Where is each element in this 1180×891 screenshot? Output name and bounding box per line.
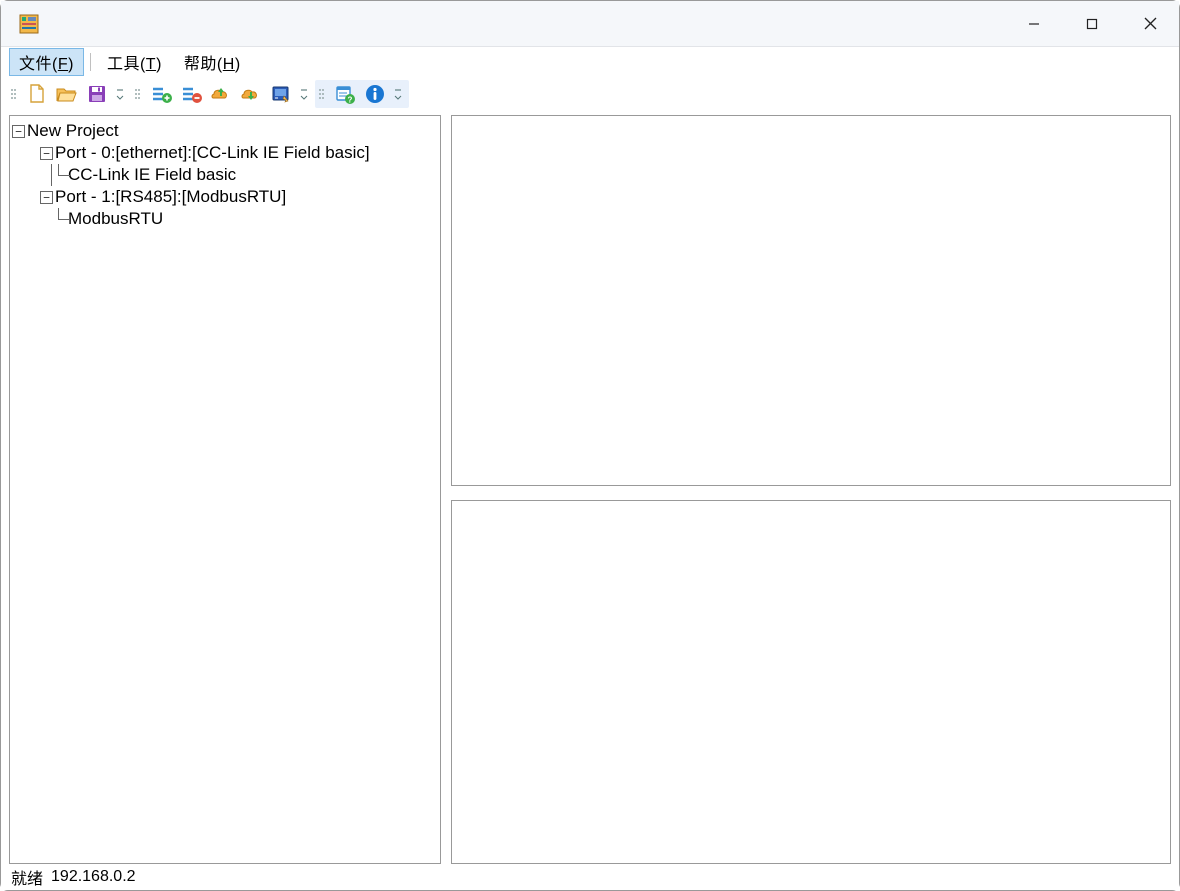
titlebar bbox=[1, 1, 1179, 47]
minimize-button[interactable] bbox=[1005, 1, 1063, 47]
close-icon bbox=[1144, 17, 1157, 30]
main-area: − New Project − Port - 0:[ethernet]:[CC-… bbox=[1, 111, 1179, 864]
svg-text:?: ? bbox=[348, 96, 353, 105]
toolbar-overflow[interactable] bbox=[297, 80, 311, 108]
menu-separator bbox=[90, 53, 91, 71]
tree-protocol-label[interactable]: ModbusRTU bbox=[68, 208, 163, 230]
upload-icon bbox=[210, 84, 232, 104]
status-ready: 就绪 bbox=[11, 865, 43, 889]
menu-file[interactable]: 文件(F) bbox=[9, 48, 84, 76]
toolbar-handle[interactable] bbox=[11, 82, 17, 106]
save-button[interactable] bbox=[83, 80, 111, 108]
open-button[interactable] bbox=[53, 80, 81, 108]
diagnose-button[interactable]: ? bbox=[331, 80, 359, 108]
menu-help[interactable]: 帮助(H) bbox=[174, 48, 251, 76]
tree-collapse-toggle[interactable]: − bbox=[40, 191, 53, 204]
menu-tools[interactable]: 工具(T) bbox=[97, 48, 172, 76]
add-node-button[interactable] bbox=[147, 80, 175, 108]
maximize-button[interactable] bbox=[1063, 1, 1121, 47]
save-icon bbox=[87, 84, 107, 104]
new-file-icon bbox=[27, 83, 47, 105]
menubar: 文件(F) 工具(T) 帮助(H) bbox=[1, 47, 1179, 77]
tree-collapse-toggle[interactable]: − bbox=[40, 147, 53, 160]
new-file-button[interactable] bbox=[23, 80, 51, 108]
tree-root-label[interactable]: New Project bbox=[27, 120, 119, 142]
statusbar: 就绪 192.168.0.2 bbox=[1, 864, 1179, 890]
info-icon bbox=[364, 83, 386, 105]
toolbar-handle[interactable] bbox=[319, 82, 325, 106]
minimize-icon bbox=[1028, 18, 1040, 30]
open-folder-icon bbox=[56, 83, 78, 105]
tree-collapse-toggle[interactable]: − bbox=[12, 125, 25, 138]
toolbar-handle[interactable] bbox=[135, 82, 141, 106]
tree-port-label[interactable]: Port - 1:[RS485]:[ModbusRTU] bbox=[55, 186, 286, 208]
add-node-icon bbox=[150, 84, 172, 104]
device-button[interactable] bbox=[267, 80, 295, 108]
device-icon bbox=[270, 84, 292, 104]
app-icon bbox=[13, 8, 45, 40]
maximize-icon bbox=[1086, 18, 1098, 30]
tree-port-label[interactable]: Port - 0:[ethernet]:[CC-Link IE Field ba… bbox=[55, 142, 370, 164]
remove-node-icon bbox=[180, 84, 202, 104]
download-button[interactable] bbox=[237, 80, 265, 108]
close-button[interactable] bbox=[1121, 1, 1179, 47]
detail-panel-bottom bbox=[451, 500, 1171, 864]
tree-protocol-label[interactable]: CC-Link IE Field basic bbox=[68, 164, 236, 186]
upload-button[interactable] bbox=[207, 80, 235, 108]
toolbar: ? bbox=[1, 77, 1179, 111]
toolbar-overflow[interactable] bbox=[391, 80, 405, 108]
download-icon bbox=[240, 84, 262, 104]
diagnose-icon: ? bbox=[334, 83, 356, 105]
project-tree-panel: − New Project − Port - 0:[ethernet]:[CC-… bbox=[9, 115, 441, 864]
status-ip: 192.168.0.2 bbox=[51, 868, 136, 886]
detail-panel-top bbox=[451, 115, 1171, 486]
remove-node-button[interactable] bbox=[177, 80, 205, 108]
info-button[interactable] bbox=[361, 80, 389, 108]
project-tree[interactable]: − New Project − Port - 0:[ethernet]:[CC-… bbox=[12, 120, 438, 230]
toolbar-overflow[interactable] bbox=[113, 80, 127, 108]
